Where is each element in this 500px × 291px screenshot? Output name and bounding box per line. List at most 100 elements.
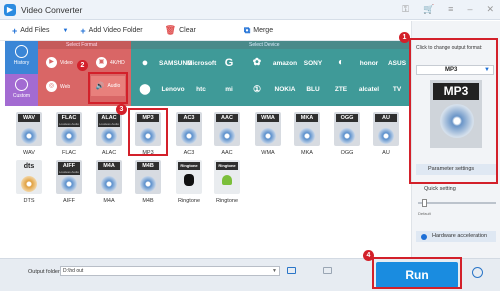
output-folder-field[interactable]: D:\hd out ▼ [60, 266, 280, 276]
format-tag: FLAC [58, 114, 80, 122]
alarm-clock-icon[interactable] [472, 267, 483, 278]
device-microsoft[interactable]: Microsoft [187, 60, 216, 67]
device-sony[interactable]: SONY [299, 60, 327, 67]
history-label: History [13, 60, 30, 66]
clock-icon [15, 45, 28, 58]
format-subtag: Lossless Audio [98, 122, 120, 127]
format-card-wma[interactable]: WMA WMA [255, 112, 281, 156]
format-card-ac3[interactable]: AC3 AC3 [176, 112, 202, 156]
clear-button[interactable]: 🗑 Clear [165, 25, 196, 36]
format-name: Ringtone [215, 198, 239, 204]
hardware-acceleration-toggle[interactable]: Hardware acceleration [416, 231, 496, 242]
device-nokia[interactable]: NOKIA [271, 86, 299, 93]
format-card-alac[interactable]: ALAC Lossless Audio ALAC [96, 112, 122, 156]
sidebar: History Custom [5, 41, 38, 106]
history-tab[interactable]: History [5, 41, 38, 74]
disc-icon [378, 128, 394, 144]
merge-button[interactable]: ⧉ Merge [244, 25, 273, 36]
format-tag: WMA [257, 114, 279, 122]
format-type-web[interactable]: ◎ Web [46, 81, 70, 92]
device-amazon[interactable]: amazon [271, 60, 299, 67]
disc-icon [21, 128, 37, 144]
add-video-folder-button[interactable]: + Add Video Folder [80, 26, 142, 36]
format-tag: dts [23, 163, 35, 170]
device-blu[interactable]: BLU [299, 86, 327, 93]
ac3-file-icon: AC3 [176, 112, 202, 146]
device-asus[interactable]: ASUS [383, 60, 411, 67]
quality-slider-track[interactable] [418, 202, 496, 204]
key-icon[interactable]: ⚿ [402, 4, 409, 15]
format-card-au[interactable]: AU AU [373, 112, 399, 156]
play-icon: ▶ [46, 57, 57, 68]
oneplus-icon[interactable]: ① [243, 84, 271, 95]
format-type-video[interactable]: ▶ Video [46, 57, 73, 68]
format-name: DTS [23, 198, 35, 204]
wav-file-icon: WAV [16, 112, 42, 146]
cart-icon[interactable]: 🛒 [423, 4, 434, 15]
format-type-label: Video [60, 59, 73, 66]
lg-icon[interactable]: ◐ [327, 57, 355, 68]
select-device-header: Select Device [131, 41, 410, 49]
format-tag: AIFF [58, 162, 80, 170]
format-subtag: Lossless Audio [58, 170, 80, 175]
disc-icon [101, 128, 117, 144]
highlight-box-audio [88, 72, 128, 104]
output-path: D:\hd out [63, 268, 84, 274]
flac-file-icon: FLAC Lossless Audio [56, 112, 82, 146]
ringtone-iphone-icon: Ringtone [176, 160, 202, 194]
format-card-mka[interactable]: MKA MKA [294, 112, 320, 156]
format-type-label: 4K/HD [110, 59, 125, 66]
quality-slider-handle[interactable] [422, 199, 427, 207]
format-card-flac[interactable]: FLAC Lossless Audio FLAC [56, 112, 82, 156]
format-tag: AU [375, 114, 397, 122]
device-tv[interactable]: TV [383, 86, 411, 93]
device-samsung[interactable]: SAMSUNG [159, 60, 192, 67]
highlight-box-output-format [409, 38, 498, 184]
device-google[interactable]: G [215, 57, 243, 69]
format-card-ringtone-iphone[interactable]: Ringtone Ringtone [176, 160, 202, 204]
format-tag: WAV [18, 114, 40, 122]
minimize-icon[interactable]: – [467, 4, 472, 15]
plus-icon: + [12, 25, 18, 36]
add-files-button[interactable]: + Add Files ▼ [12, 26, 68, 36]
step-marker: 3 [116, 104, 127, 115]
custom-tab[interactable]: Custom [5, 74, 38, 106]
radio-icon [421, 234, 427, 240]
device-alcatel[interactable]: alcatel [355, 86, 383, 93]
disc-icon [61, 176, 77, 192]
format-card-ringtone-android[interactable]: Ringtone Ringtone [214, 160, 240, 204]
folder-icon[interactable] [287, 267, 296, 274]
custom-label: Custom [12, 93, 31, 99]
user-icon [15, 78, 28, 91]
format-card-wav[interactable]: WAV WAV [16, 112, 42, 156]
format-type-4k-hd[interactable]: ▣ 4K/HD [96, 57, 125, 68]
chevron-down-icon[interactable]: ▼ [62, 28, 68, 34]
device-htc[interactable]: htc [187, 86, 215, 93]
step-marker: 4 [363, 250, 374, 261]
chevron-down-icon[interactable]: ▼ [272, 267, 277, 275]
android-icon[interactable]: ⬤ [131, 84, 159, 95]
step-marker: 2 [77, 60, 88, 71]
quick-setting-label: Quick setting [424, 186, 456, 192]
format-card-aac[interactable]: AAC AAC [214, 112, 240, 156]
huawei-icon[interactable]: ✿ [243, 57, 271, 68]
format-card-aiff[interactable]: AIFF Lossless Audio AIFF [56, 160, 82, 204]
device-mi[interactable]: mi [215, 86, 243, 93]
add-video-folder-label: Add Video Folder [88, 27, 143, 34]
window-controls: ⚿ 🛒 ≡ – ✕ [402, 4, 494, 15]
open-folder-icon[interactable] [323, 267, 332, 274]
format-card-m4a[interactable]: M4A M4A [96, 160, 122, 204]
merge-icon: ⧉ [243, 25, 251, 35]
close-icon[interactable]: ✕ [486, 4, 494, 15]
m4b-file-icon: M4B [135, 160, 161, 194]
alac-file-icon: ALAC Lossless Audio [96, 112, 122, 146]
menu-icon[interactable]: ≡ [448, 4, 453, 15]
format-tag: ALAC [98, 114, 120, 122]
device-lenovo[interactable]: Lenovo [159, 86, 187, 93]
device-zte[interactable]: ZTE [327, 86, 355, 93]
format-card-ogg[interactable]: OGG OGG [334, 112, 360, 156]
device-honor[interactable]: honor [355, 60, 383, 67]
format-card-dts[interactable]: dts DTS [16, 160, 42, 204]
format-card-m4b[interactable]: M4B M4B [135, 160, 161, 204]
apple-icon[interactable]: ● [131, 57, 159, 69]
